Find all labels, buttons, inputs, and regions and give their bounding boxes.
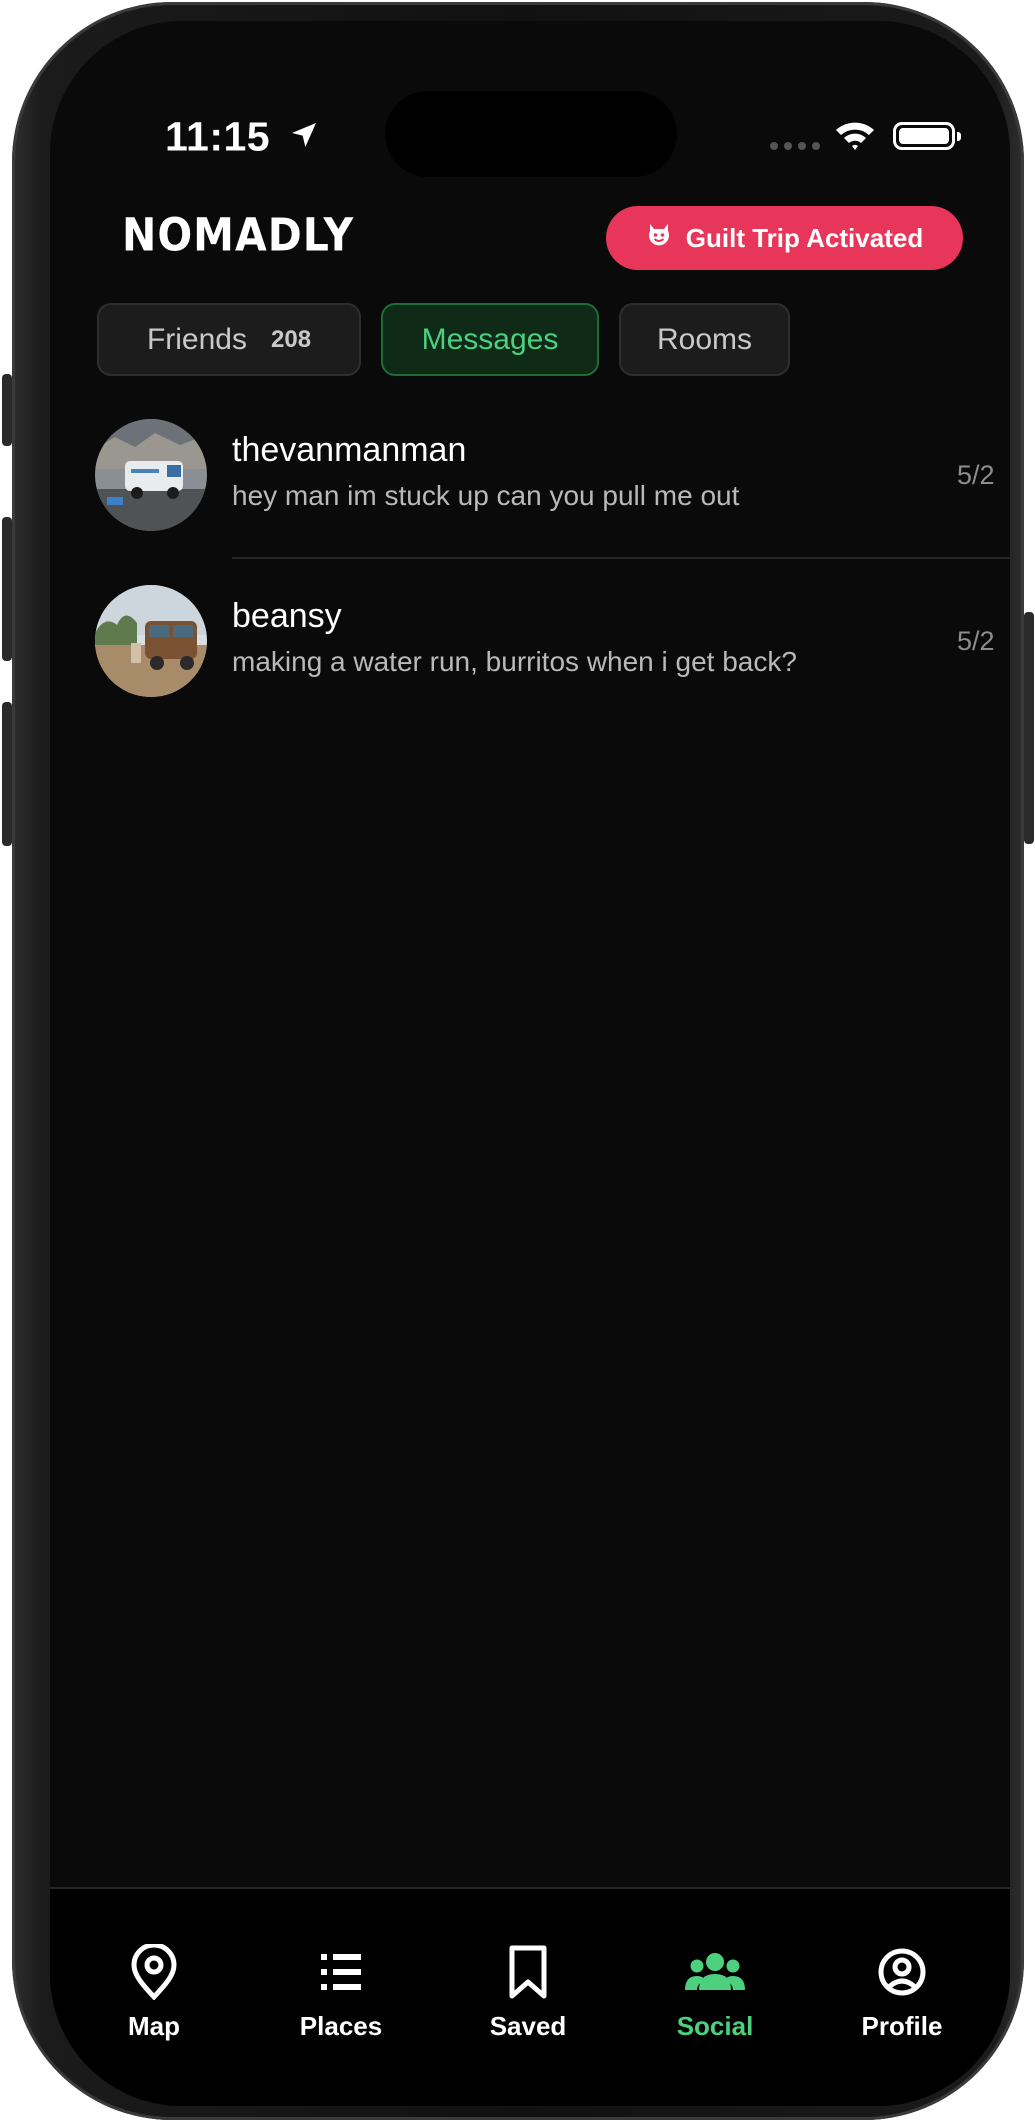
status-time-text: 11:15 — [165, 113, 271, 160]
friends-count-badge: 208 — [271, 325, 312, 353]
user-circle-icon — [876, 1944, 928, 2005]
nav-item-saved[interactable]: Saved — [453, 1944, 603, 2042]
list-icon — [315, 1944, 367, 2005]
tab-messages[interactable]: Messages — [381, 303, 599, 376]
nav-label-saved: Saved — [489, 2011, 567, 2041]
tab-rooms[interactable]: Rooms — [619, 303, 790, 376]
wifi-icon — [834, 119, 876, 156]
message-sender-name: thevanmanman — [232, 431, 467, 469]
app-screen: 11:15 NOMADLY Guilt Trip Activated Frien… — [50, 21, 1010, 2106]
list-divider — [232, 557, 1010, 559]
nav-item-profile[interactable]: Profile — [827, 1944, 977, 2042]
nav-item-social[interactable]: Social — [640, 1944, 790, 2042]
message-date: 5/2 — [957, 626, 995, 656]
avatar[interactable] — [95, 419, 207, 531]
app-logo: NOMADLY — [122, 208, 355, 262]
message-preview: hey man im stuck up can you pull me out — [232, 480, 740, 511]
devil-face-icon — [646, 222, 672, 255]
nav-label-map: Map — [128, 2011, 180, 2041]
bottom-nav: Map Places Saved Social Profile — [50, 1889, 1010, 2106]
volume-down-button — [2, 702, 12, 846]
volume-up-button — [2, 517, 12, 661]
phone-frame: 11:15 NOMADLY Guilt Trip Activated Frien… — [2, 2, 1034, 2120]
battery-icon — [893, 122, 961, 150]
avatar[interactable] — [95, 585, 207, 697]
tab-messages-label: Messages — [421, 322, 559, 356]
bookmark-icon — [502, 1944, 554, 2005]
guilt-trip-label: Guilt Trip Activated — [685, 222, 924, 253]
dynamic-island — [385, 91, 677, 177]
location-arrow-icon — [288, 114, 320, 161]
tab-rooms-label: Rooms — [656, 322, 753, 356]
nav-label-profile: Profile — [861, 2011, 943, 2041]
message-row[interactable]: thevanmanman hey man im stuck up can you… — [95, 419, 1010, 539]
tab-friends[interactable]: Friends 208 — [97, 303, 361, 376]
action-button — [2, 374, 12, 446]
nav-item-map[interactable]: Map — [79, 1942, 229, 2042]
people-icon — [685, 1944, 745, 2005]
message-row[interactable]: beansy making a water run, burritos when… — [95, 585, 1010, 705]
nav-item-places[interactable]: Places — [266, 1944, 416, 2042]
guilt-trip-button[interactable]: Guilt Trip Activated — [606, 206, 963, 270]
message-date: 5/2 — [957, 460, 995, 490]
message-preview: making a water run, burritos when i get … — [232, 646, 797, 677]
social-tabs: Friends 208 Messages Rooms — [97, 303, 790, 376]
status-time: 11:15 — [165, 111, 320, 161]
nav-label-places: Places — [299, 2011, 383, 2041]
power-button — [1024, 612, 1034, 844]
map-pin-icon — [128, 1942, 180, 2005]
nav-label-social: Social — [676, 2011, 754, 2041]
tab-friends-label: Friends — [146, 322, 247, 356]
cellular-signal-icon — [770, 142, 820, 150]
message-sender-name: beansy — [232, 597, 342, 635]
